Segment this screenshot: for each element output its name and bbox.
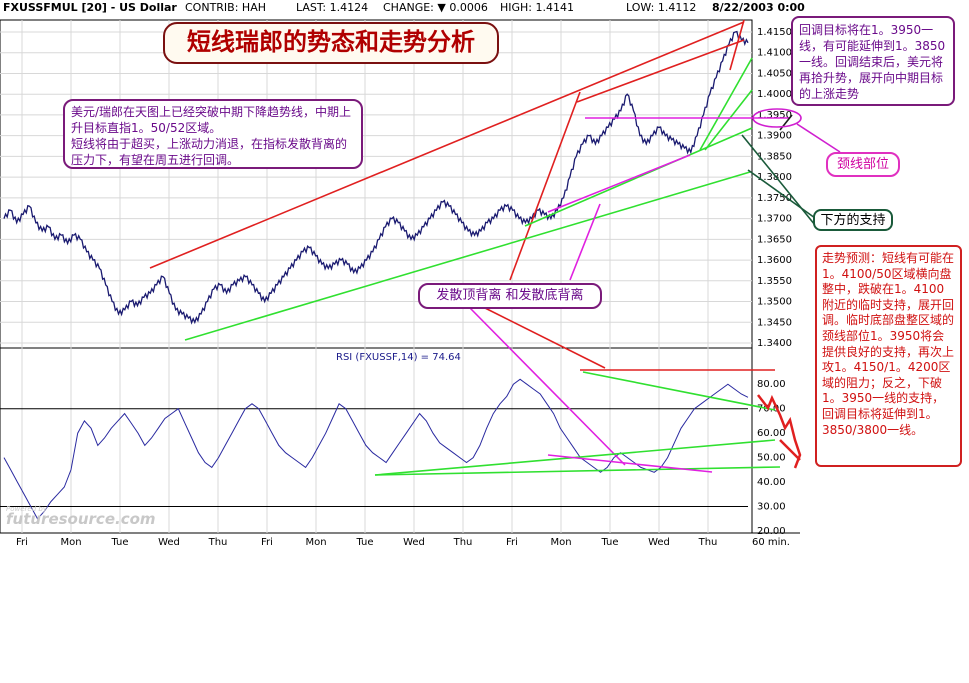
price-y-tick: 1.3500 [757, 297, 792, 308]
rsi-y-tick: 80.00 [757, 379, 786, 390]
watermark-logo: Powered by futuresource.com [6, 505, 156, 528]
x-tick: Thu [208, 537, 228, 548]
price-y-tick: 1.3450 [757, 317, 792, 328]
price-y-tick: 1.3700 [757, 214, 792, 225]
low-label: LOW: 1.4112 [626, 1, 697, 14]
neck-pointer [796, 123, 841, 153]
rsi-y-tick: 30.00 [757, 502, 786, 513]
rsi-y-tick: 50.00 [757, 453, 786, 464]
price-y-tick: 1.4150 [757, 27, 792, 38]
rsi-y-tick: 40.00 [757, 477, 786, 488]
x-tick: Tue [110, 537, 128, 548]
x-interval-label: 60 min. [752, 537, 790, 548]
x-tick: Thu [698, 537, 718, 548]
price-y-axis: 1.41501.41001.40501.40001.39501.39001.38… [757, 27, 792, 349]
rsi-y-tick: 60.00 [757, 428, 786, 439]
chart-root: 1.4150 1.4100 1.4050 1.4000 1.3950 1.3900 1.38… [0, 0, 969, 683]
x-tick: Fri [16, 537, 28, 548]
price-y-tick: 1.3900 [757, 131, 792, 142]
support-arrow-2 [741, 134, 816, 226]
price-y-tick: 1.3550 [757, 276, 792, 287]
price-y-tick: 1.4000 [757, 89, 792, 100]
price-y-tick: 1.3600 [757, 255, 792, 266]
note-divergence: 发散顶背离 和发散底背离 [418, 283, 602, 309]
high-label: HIGH: 1.4141 [500, 1, 575, 14]
x-tick: Mon [60, 537, 81, 548]
change-label: CHANGE: ▼ 0.0006 [383, 1, 488, 14]
price-y-tick: 1.4100 [757, 48, 792, 59]
price-panel [0, 19, 753, 349]
x-tick: Wed [403, 537, 425, 548]
note-left: 美元/瑞郎在天图上已经突破中期下降趋势线，中期上升目标直指1。50/52区域。 … [63, 99, 363, 169]
x-tick: Fri [506, 537, 518, 548]
price-y-tick: 1.3650 [757, 234, 792, 245]
x-tick: Mon [305, 537, 326, 548]
price-y-tick: 1.3800 [757, 172, 792, 183]
price-y-tick: 1.3400 [757, 338, 792, 349]
watermark-text: futuresource.com [6, 510, 156, 528]
x-tick: Wed [648, 537, 670, 548]
symbol-label: FXUSSFMUL [20] - US Dollar [3, 1, 177, 14]
contrib-label: CONTRIB: HAH [185, 1, 266, 14]
last-label: LAST: 1.4124 [296, 1, 369, 14]
rsi-title: RSI (FXUSSF,14) = 74.64 [336, 352, 461, 363]
x-tick: Thu [453, 537, 473, 548]
x-tick: Tue [355, 537, 373, 548]
x-axis: Fri Mon Tue Wed Thu Fri Mon Tue Wed Thu Fri Mon Tue W… [16, 537, 790, 548]
datetime-label: 8/22/2003 0:00 [712, 1, 805, 14]
x-tick: Mon [550, 537, 571, 548]
x-tick: Fri [261, 537, 273, 548]
note-right: 回调目标将在1。3950一线，有可能延伸到1。3850一线。回调结束后，美元将再… [791, 16, 955, 106]
rsi-y-tick: 20.00 [757, 526, 786, 537]
x-tick: Wed [158, 537, 180, 548]
note-neckline: 颈线部位 [826, 152, 900, 177]
x-tick: Tue [600, 537, 618, 548]
note-support: 下方的支持 [813, 209, 893, 231]
note-forecast: 走势预测：短线有可能在1。4100/50区域横向盘整中，跌破在1。4100附近的… [815, 245, 962, 467]
chart-annotation-title: 短线瑞郎的势态和走势分析 [163, 22, 499, 64]
price-y-tick: 1.4050 [757, 68, 792, 79]
